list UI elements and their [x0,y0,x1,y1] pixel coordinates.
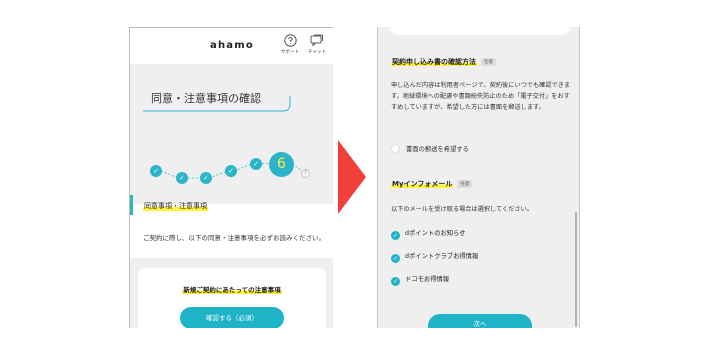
step-2-done: ✓ [176,172,188,184]
optional-badge: 任意 [457,180,473,188]
confirm-method-heading: 契約申し込み書の確認方法 任意 [391,57,496,67]
chat-bubble-icon [310,34,323,47]
check-icon[interactable]: ✓ [391,231,400,240]
page-title-block: 同意・注意事項の確認 [143,84,293,112]
question-circle-icon [283,34,297,47]
step-current: 6 [269,152,294,177]
confirm-button[interactable]: 確認する（必須） [180,307,284,328]
step-3-done: ✓ [200,172,212,184]
step-5-done: ✓ [250,158,262,170]
mail-document-label: 書面の郵送を希望する [406,146,469,153]
confirm-method-description: 申し込んだ内容は利用者ページで、契約後にいつでも確認できます。地球環境への配慮や… [391,82,571,111]
right-arrow-icon [338,140,366,214]
next-button[interactable]: 次へ [428,314,532,328]
my-info-title: Myインフォメール [391,180,454,188]
mail-option-dpoint-club[interactable]: ✓ dポイントクラブお得情報 [391,251,478,263]
notice-title: 新規ご契約にあたっての注意事項 [138,284,326,294]
ahamo-logo[interactable]: ahamo [210,40,254,51]
my-info-description: 以下のメールを受け取る場合は選択してください。 [391,206,533,213]
check-icon[interactable]: ✓ [391,254,400,263]
notice-card: 新規ご契約にあたっての注意事項 確認する（必須） [138,268,326,328]
mail-document-option[interactable]: 書面の郵送を希望する [391,144,469,153]
check-icon[interactable]: ✓ [391,277,400,286]
chat-label: チャット [308,50,326,55]
optional-badge: 任意 [481,58,496,66]
step-4-done: ✓ [225,165,237,177]
page-title: 同意・注意事項の確認 [151,92,261,105]
mail-option-docomo[interactable]: ✓ ドコモお得情報 [391,274,449,286]
support-label: サポート [281,50,299,55]
chat-button[interactable]: チャット [304,34,330,55]
support-button[interactable]: サポート [277,34,303,55]
scrollbar[interactable] [575,212,577,327]
section-title: 同意事項・注意事項 [143,201,208,211]
option-label: dポイントのお知らせ [405,230,466,237]
step-next: 7 [301,169,310,178]
my-info-heading: Myインフォメール 任意 [391,179,473,189]
right-screen: 契約申し込み書の確認方法 任意 申し込んだ内容は利用者ページで、契約後にいつでも確… [377,27,580,328]
intro-text: ご契約に際し、以下の同意・注意事項を必ずお読みください。 [143,234,325,242]
step-connector-lines [160,162,305,179]
left-screen: ahamo サポート チャット 同意・注意事項の確認 ✓ ✓ ✓ ✓ ✓ 6 7… [129,27,333,328]
confirm-method-title: 契約申し込み書の確認方法 [391,58,477,66]
notice-title-text: 新規ご契約にあたっての注意事項 [182,286,282,294]
radio-button[interactable] [391,144,400,153]
progress-panel: 同意・注意事項の確認 ✓ ✓ ✓ ✓ ✓ 6 7 [130,64,333,204]
step-indicator: ✓ ✓ ✓ ✓ ✓ 6 7 [130,114,333,194]
section-marker [130,195,133,215]
option-label: dポイントクラブお得情報 [405,253,479,260]
notice-area: 新規ご契約にあたっての注意事項 確認する（必須） [130,258,333,328]
step-1-done: ✓ [150,165,162,177]
option-label: ドコモお得情報 [405,276,450,283]
header: ahamo サポート チャット [130,28,333,64]
previous-card [390,27,570,35]
mail-option-dpoint-news[interactable]: ✓ dポイントのお知らせ [391,228,466,240]
